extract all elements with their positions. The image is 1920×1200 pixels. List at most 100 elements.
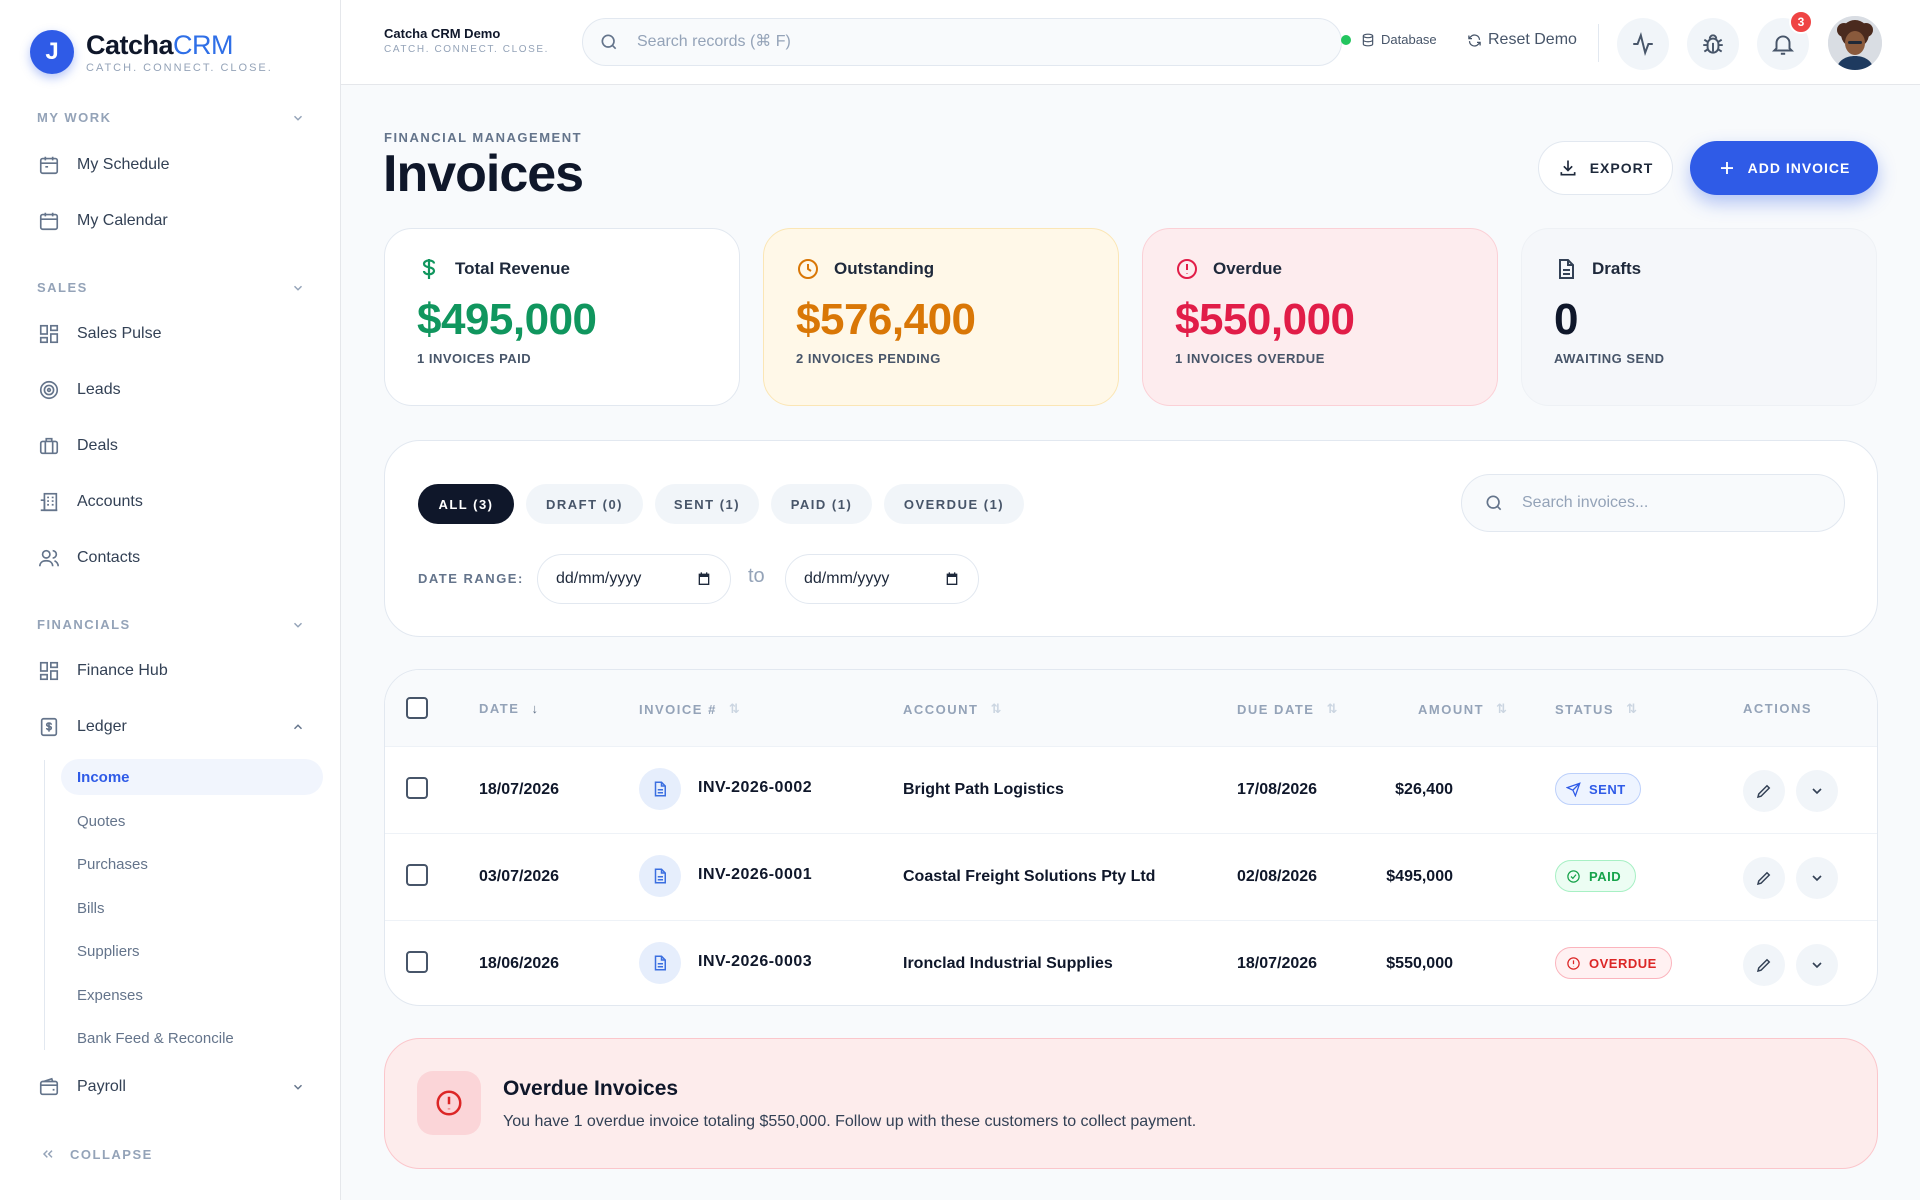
reset-demo-button[interactable]: Reset Demo — [1467, 31, 1577, 49]
sort-icon: ⇅ — [1326, 701, 1339, 716]
filter-tab-paid[interactable]: PAID (1) — [771, 484, 872, 524]
target-icon — [37, 378, 61, 402]
sidebar-sub-income[interactable]: Income — [61, 759, 323, 795]
more-actions-button[interactable] — [1796, 770, 1838, 812]
sort-icon: ⇅ — [728, 701, 742, 716]
sidebar-sub-expenses[interactable]: Expenses — [61, 977, 323, 1013]
brand-tagline: CATCH. CONNECT. CLOSE. — [86, 62, 273, 74]
check-circle-icon — [1567, 869, 1580, 883]
brand[interactable]: J CatchaCRM CATCH. CONNECT. CLOSE. — [30, 30, 273, 74]
sidebar-sub-quotes[interactable]: Quotes — [61, 803, 323, 839]
send-icon — [1566, 781, 1581, 797]
stat-card-total-revenue: Total Revenue $495,000 1 INVOICES PAID — [384, 228, 740, 406]
double-chevron-left-icon — [42, 1150, 53, 1158]
filter-tab-draft[interactable]: DRAFT (0) — [526, 484, 643, 524]
date-from-input[interactable]: dd/mm/yyyy — [537, 554, 731, 604]
stat-card-outstanding: Outstanding $576,400 2 INVOICES PENDING — [763, 228, 1119, 406]
edit-button[interactable] — [1743, 944, 1785, 986]
section-my-work[interactable]: MY WORK — [37, 110, 305, 125]
filter-tab-sent[interactable]: SENT (1) — [655, 484, 759, 524]
sidebar-item-ledger[interactable]: Ledger — [37, 707, 305, 747]
database-status[interactable]: Database — [1341, 32, 1437, 47]
sidebar-item-deals[interactable]: Deals — [37, 426, 305, 466]
sort-icon: ⇅ — [1496, 701, 1509, 716]
alert-circle-icon — [1567, 956, 1580, 970]
row-account[interactable]: Coastal Freight Solutions Pty Ltd — [903, 868, 1155, 886]
invoice-document-icon — [639, 855, 681, 897]
select-all-checkbox[interactable] — [406, 697, 428, 719]
chevron-down-icon — [1812, 875, 1822, 882]
edit-button[interactable] — [1743, 857, 1785, 899]
bug-icon — [1703, 34, 1723, 54]
overdue-alert: Overdue Invoices You have 1 overdue invo… — [384, 1038, 1878, 1169]
invoice-document-icon — [639, 942, 681, 984]
sidebar-item-finance-hub[interactable]: Finance Hub — [37, 651, 305, 691]
date-to-input[interactable]: dd/mm/yyyy — [785, 554, 979, 604]
column-due-date[interactable]: DUE DATE ⇅ — [1237, 701, 1339, 717]
sidebar-sub-purchases[interactable]: Purchases — [61, 846, 323, 882]
export-button[interactable]: EXPORT — [1538, 141, 1673, 195]
chevron-down-icon — [1812, 788, 1822, 795]
stat-card-overdue: Overdue $550,000 1 INVOICES OVERDUE — [1142, 228, 1498, 406]
sidebar-sub-bank-feed[interactable]: Bank Feed & Reconcile — [61, 1020, 323, 1056]
sidebar-item-payroll[interactable]: Payroll — [37, 1067, 305, 1107]
sidebar-item-accounts[interactable]: Accounts — [37, 482, 305, 522]
row-due-date: 02/08/2026 — [1237, 868, 1318, 885]
grid-icon — [37, 322, 61, 346]
row-account[interactable]: Bright Path Logistics — [903, 781, 1064, 799]
section-financials[interactable]: FINANCIALS — [37, 617, 305, 632]
table-row[interactable]: 18/06/2026 INV-2026-0003 Ironclad Indust… — [385, 921, 1877, 1005]
sidebar-item-leads[interactable]: Leads — [37, 370, 305, 410]
grid-icon — [37, 659, 61, 683]
sidebar-sub-suppliers[interactable]: Suppliers — [61, 933, 323, 969]
sidebar-item-my-schedule[interactable]: My Schedule — [37, 145, 305, 185]
alert-text: You have 1 overdue invoice totaling $550… — [503, 1113, 1197, 1130]
column-status[interactable]: STATUS ⇅ — [1555, 701, 1638, 717]
pencil-icon — [1756, 958, 1771, 973]
row-checkbox[interactable] — [406, 951, 428, 973]
row-date: 18/07/2026 — [479, 781, 560, 798]
avatar[interactable] — [1828, 16, 1882, 70]
table-row[interactable]: 18/07/2026 INV-2026-0002 Bright Path Log… — [385, 747, 1877, 834]
debug-button[interactable] — [1687, 18, 1739, 70]
invoice-search-input[interactable] — [1522, 494, 1822, 512]
filter-tab-all[interactable]: ALL (3) — [418, 484, 514, 524]
alert-circle-icon — [1177, 259, 1197, 279]
global-search[interactable] — [582, 18, 1342, 66]
invoice-search[interactable] — [1461, 474, 1845, 532]
row-checkbox[interactable] — [406, 864, 428, 886]
column-date[interactable]: DATE ↓ — [479, 701, 539, 716]
collapse-sidebar-button[interactable]: COLLAPSE — [40, 1146, 153, 1162]
row-amount: $495,000 — [1386, 868, 1453, 885]
sidebar-item-contacts[interactable]: Contacts — [37, 538, 305, 578]
column-amount[interactable]: AMOUNT ⇅ — [1418, 701, 1508, 717]
sidebar-item-my-calendar[interactable]: My Calendar — [37, 201, 305, 241]
row-invoice-number[interactable]: INV-2026-0001 — [698, 866, 812, 884]
activity-button[interactable] — [1617, 18, 1669, 70]
sidebar-item-sales-pulse[interactable]: Sales Pulse — [37, 314, 305, 354]
row-due-date: 18/07/2026 — [1237, 955, 1318, 972]
row-checkbox[interactable] — [406, 777, 428, 799]
row-amount: $26,400 — [1395, 781, 1453, 798]
brand-name: CatchaCRM — [86, 30, 234, 60]
column-account[interactable]: ACCOUNT ⇅ — [903, 701, 1003, 717]
add-invoice-button[interactable]: ADD INVOICE — [1690, 141, 1878, 195]
notifications-button[interactable]: 3 — [1757, 10, 1813, 70]
row-account[interactable]: Ironclad Industrial Supplies — [903, 955, 1113, 973]
filter-tab-overdue[interactable]: OVERDUE (1) — [884, 484, 1024, 524]
row-invoice-number[interactable]: INV-2026-0003 — [698, 953, 812, 971]
edit-button[interactable] — [1743, 770, 1785, 812]
plus-icon — [1720, 162, 1733, 174]
more-actions-button[interactable] — [1796, 857, 1838, 899]
sidebar-sub-bills[interactable]: Bills — [61, 890, 323, 926]
app-brand: Catcha CRM Demo CATCH. CONNECT. CLOSE. — [384, 26, 550, 55]
briefcase-icon — [37, 434, 61, 458]
section-sales[interactable]: SALES — [37, 280, 305, 295]
more-actions-button[interactable] — [1796, 944, 1838, 986]
row-invoice-number[interactable]: INV-2026-0002 — [698, 779, 812, 797]
stat-value: 0 — [1554, 295, 1578, 344]
table-row[interactable]: 03/07/2026 INV-2026-0001 Coastal Freight… — [385, 834, 1877, 921]
global-search-input[interactable] — [637, 33, 1237, 51]
sort-icon: ⇅ — [1626, 701, 1639, 716]
column-invoice[interactable]: INVOICE # ⇅ — [639, 701, 741, 717]
